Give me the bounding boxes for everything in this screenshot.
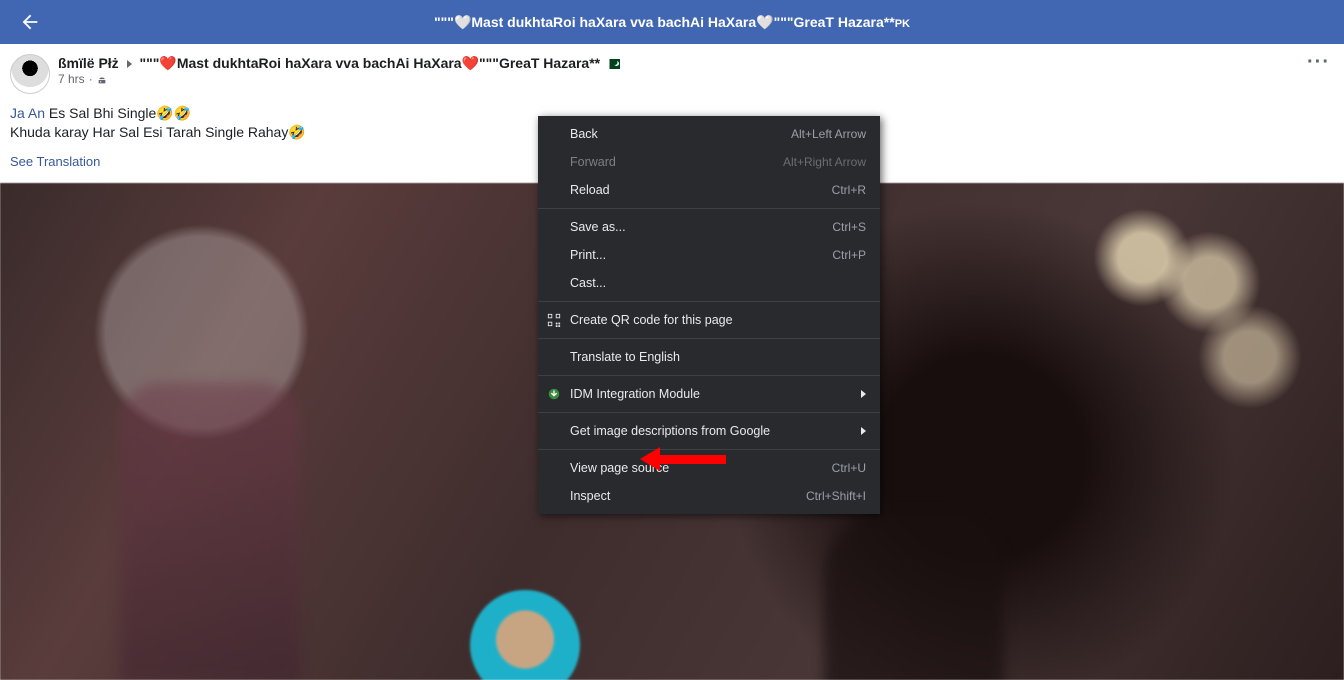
ctx-label: Reload bbox=[570, 183, 610, 197]
arrow-left-icon bbox=[19, 11, 41, 33]
avatar[interactable] bbox=[10, 54, 50, 94]
ctx-separator bbox=[538, 338, 880, 339]
post-header: ßmïlë Płż """❤️Mast dukhtaRoi haXara vva… bbox=[10, 54, 1334, 94]
ctx-label: View page source bbox=[570, 461, 669, 475]
post-options-button[interactable]: ··· bbox=[1307, 58, 1330, 66]
post-text-1: Es Sal Bhi Single bbox=[45, 105, 156, 121]
image-figure bbox=[120, 383, 300, 680]
header-bar: """🤍Mast dukhtaRoi haXara vva bachAi HaX… bbox=[0, 0, 1344, 44]
title-prefix: """ bbox=[434, 14, 454, 30]
title-suffix: PK bbox=[895, 18, 910, 30]
ctx-shortcut: Alt+Right Arrow bbox=[783, 155, 866, 169]
post-time[interactable]: 7 hrs bbox=[58, 72, 85, 88]
post-title-line: ßmïlë Płż """❤️Mast dukhtaRoi haXara vva… bbox=[58, 54, 620, 72]
ctx-print[interactable]: Print... Ctrl+P bbox=[538, 241, 880, 269]
ctx-label: Save as... bbox=[570, 220, 626, 234]
ctx-shortcut: Alt+Left Arrow bbox=[791, 127, 866, 141]
title-mid: """ bbox=[774, 14, 794, 30]
group-link[interactable]: """❤️Mast dukhtaRoi haXara vva bachAi Ha… bbox=[139, 55, 604, 71]
dot-separator: · bbox=[89, 72, 93, 88]
ctx-image-descriptions[interactable]: Get image descriptions from Google bbox=[538, 417, 880, 445]
ctx-reload[interactable]: Reload Ctrl+R bbox=[538, 176, 880, 204]
ctx-shortcut: Ctrl+Shift+I bbox=[806, 489, 866, 503]
idm-icon bbox=[546, 386, 562, 402]
ctx-separator bbox=[538, 412, 880, 413]
flag-icon bbox=[606, 59, 620, 69]
image-figure bbox=[824, 513, 1004, 680]
caret-icon bbox=[127, 60, 132, 68]
title-group: GreaT Hazara** bbox=[794, 14, 895, 30]
ctx-label: IDM Integration Module bbox=[570, 387, 700, 401]
submenu-arrow-icon bbox=[861, 390, 866, 398]
ctx-forward: Forward Alt+Right Arrow bbox=[538, 148, 880, 176]
ctx-label: Create QR code for this page bbox=[570, 313, 733, 327]
author-link[interactable]: ßmïlë Płż bbox=[58, 55, 119, 71]
ctx-label: Get image descriptions from Google bbox=[570, 424, 770, 438]
ctx-translate[interactable]: Translate to English bbox=[538, 343, 880, 371]
emoji-2: 🤣 bbox=[288, 124, 305, 140]
ctx-separator bbox=[538, 208, 880, 209]
mention-link[interactable]: Ja An bbox=[10, 105, 45, 121]
ctx-label: Print... bbox=[570, 248, 606, 262]
ctx-separator bbox=[538, 375, 880, 376]
ctx-label: Back bbox=[570, 127, 598, 141]
emoji-1: 🤣🤣 bbox=[156, 105, 191, 121]
ctx-cast[interactable]: Cast... bbox=[538, 269, 880, 297]
post-meta: ßmïlë Płż """❤️Mast dukhtaRoi haXara vva… bbox=[58, 54, 620, 88]
ctx-inspect[interactable]: Inspect Ctrl+Shift+I bbox=[538, 482, 880, 510]
page-title: """🤍Mast dukhtaRoi haXara vva bachAi HaX… bbox=[434, 14, 910, 31]
ctx-separator bbox=[538, 301, 880, 302]
see-translation-link[interactable]: See Translation bbox=[10, 154, 100, 169]
title-main: 🤍Mast dukhtaRoi haXara vva bachAi HaXara… bbox=[454, 14, 774, 30]
ctx-label: Cast... bbox=[570, 276, 606, 290]
ctx-back[interactable]: Back Alt+Left Arrow bbox=[538, 120, 880, 148]
qr-icon bbox=[546, 312, 562, 328]
ctx-separator bbox=[538, 449, 880, 450]
ctx-shortcut: Ctrl+R bbox=[832, 183, 866, 197]
ctx-idm[interactable]: IDM Integration Module bbox=[538, 380, 880, 408]
ctx-label: Translate to English bbox=[570, 350, 680, 364]
ctx-create-qr[interactable]: Create QR code for this page bbox=[538, 306, 880, 334]
ctx-save-as[interactable]: Save as... Ctrl+S bbox=[538, 213, 880, 241]
privacy-icon[interactable] bbox=[97, 75, 107, 85]
submenu-arrow-icon bbox=[861, 427, 866, 435]
ctx-shortcut: Ctrl+S bbox=[832, 220, 866, 234]
image-figure bbox=[470, 590, 580, 680]
ctx-label: Forward bbox=[570, 155, 616, 169]
ctx-view-source[interactable]: View page source Ctrl+U bbox=[538, 454, 880, 482]
back-button[interactable] bbox=[18, 10, 42, 34]
ctx-shortcut: Ctrl+P bbox=[832, 248, 866, 262]
post-text-2: Khuda karay Har Sal Esi Tarah Single Rah… bbox=[10, 124, 288, 140]
ctx-shortcut: Ctrl+U bbox=[832, 461, 866, 475]
ctx-label: Inspect bbox=[570, 489, 610, 503]
context-menu: Back Alt+Left Arrow Forward Alt+Right Ar… bbox=[538, 116, 880, 514]
post-submeta: 7 hrs · bbox=[58, 72, 620, 88]
